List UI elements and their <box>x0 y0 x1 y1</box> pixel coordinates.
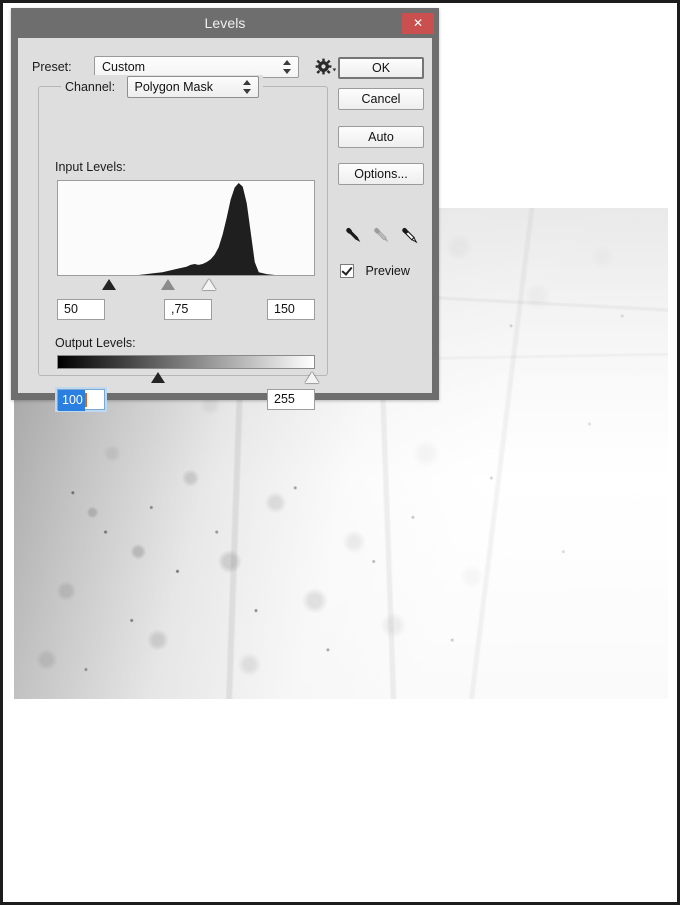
eyedropper-group <box>341 224 427 250</box>
input-black-point-marker[interactable] <box>101 279 116 290</box>
auto-button[interactable]: Auto <box>338 126 424 148</box>
cancel-button[interactable]: Cancel <box>338 88 424 110</box>
dialog-titlebar[interactable]: Levels ✕ <box>11 8 439 38</box>
input-levels-slider[interactable] <box>57 277 315 293</box>
channel-dropdown[interactable]: Polygon Mask <box>126 76 259 98</box>
input-black-point-field[interactable]: 50 <box>57 299 105 320</box>
dialog-body: Preset: Custom Channel: Polygon Mask Inp… <box>18 38 432 411</box>
input-gamma-marker[interactable] <box>160 279 175 290</box>
gear-icon[interactable] <box>315 58 337 76</box>
eyedropper-white-point-icon[interactable] <box>397 224 421 248</box>
close-icon[interactable]: ✕ <box>402 13 434 34</box>
channel-value: Polygon Mask <box>134 80 214 94</box>
preview-checkbox[interactable] <box>340 263 354 278</box>
output-levels-slider[interactable] <box>57 370 320 386</box>
output-levels-gradient <box>57 355 315 369</box>
channel-label: Channel: <box>65 80 116 94</box>
ok-button[interactable]: OK <box>338 57 424 79</box>
chevron-updown-icon <box>283 60 292 74</box>
output-black-point-marker[interactable] <box>150 372 165 383</box>
options-button[interactable]: Options... <box>338 163 424 185</box>
output-levels-label: Output Levels: <box>55 336 136 350</box>
chevron-updown-icon <box>242 80 252 94</box>
levels-dialog: Levels ✕ Preset: Custom Channel: Polygon… <box>11 8 439 411</box>
eyedropper-gray-point-icon[interactable] <box>369 224 393 248</box>
eyedropper-black-point-icon[interactable] <box>341 224 365 248</box>
preview-checkbox-row[interactable]: Preview <box>340 262 410 280</box>
input-levels-label: Input Levels: <box>55 160 126 174</box>
levels-groupbox: Channel: Polygon Mask Input Levels: 50 ,… <box>38 75 328 411</box>
input-white-point-field[interactable]: 150 <box>267 299 315 320</box>
channel-row: Channel: Polygon Mask <box>61 75 263 99</box>
input-gamma-field[interactable]: ,75 <box>164 299 212 320</box>
input-levels-histogram[interactable] <box>57 180 315 276</box>
output-white-point-field[interactable]: 255 <box>267 389 315 410</box>
document-page: Levels ✕ Preset: Custom Channel: Polygon… <box>0 0 680 905</box>
output-white-point-marker[interactable] <box>305 372 320 383</box>
preview-label: Preview <box>365 263 410 278</box>
input-white-point-marker[interactable] <box>202 279 217 290</box>
histogram-plot <box>58 182 314 275</box>
text-caret <box>84 393 87 407</box>
output-black-point-field[interactable]: 100 <box>57 389 105 411</box>
output-black-point-value: 100 <box>58 390 85 411</box>
dialog-title: Levels <box>204 15 246 31</box>
